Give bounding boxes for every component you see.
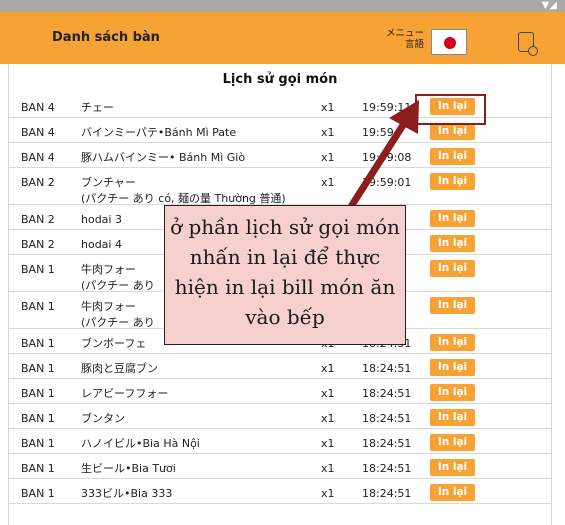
instruction-callout: ở phần lịch sử gọi món nhấn in lại để th… (164, 205, 406, 345)
